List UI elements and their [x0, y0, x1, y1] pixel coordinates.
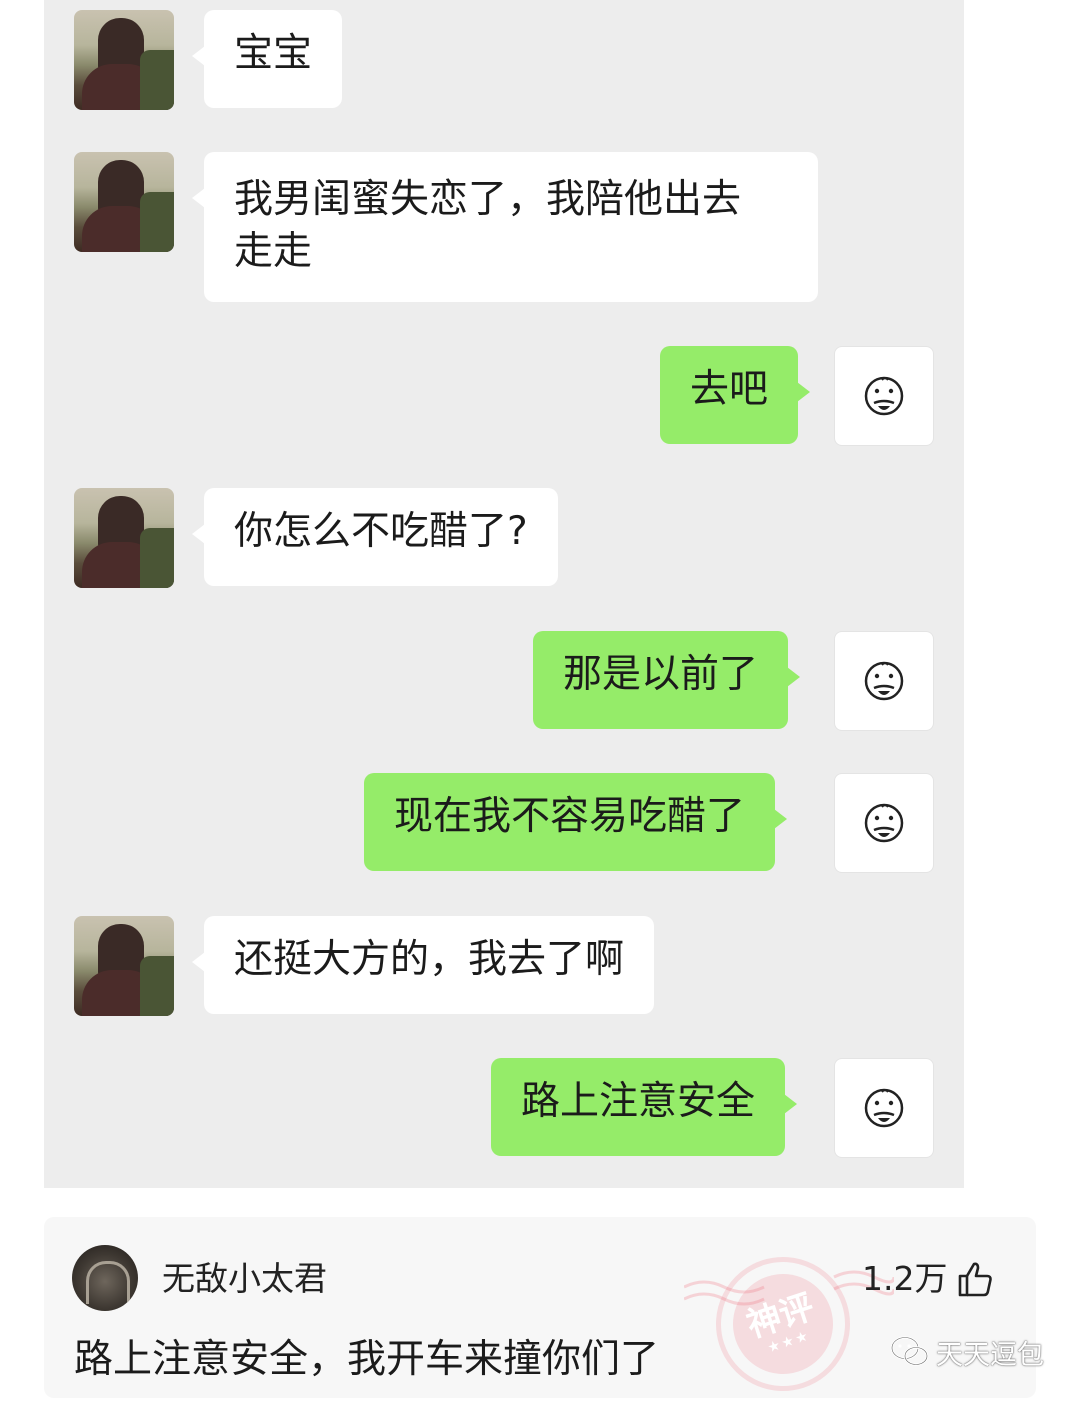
my-avatar[interactable] — [834, 1058, 934, 1158]
comment-card: 神评 ★★★ 无敌小太君 1.2万 路上注意安全，我开车来撞你们了 — [44, 1217, 1036, 1408]
message-text: 去吧 — [690, 367, 769, 412]
message-text-line2: 走走 — [234, 229, 313, 274]
thumbs-up-icon[interactable] — [956, 1259, 996, 1299]
wechat-logo-icon — [890, 1336, 929, 1366]
doodle-face-icon — [864, 803, 904, 843]
doodle-face-icon — [864, 661, 904, 701]
message-text: 那是以前了 — [563, 652, 759, 697]
message-text: 你怎么不吃醋了? — [234, 509, 528, 554]
message-bubble-outgoing[interactable]: 去吧 — [660, 346, 811, 444]
message-bubble-incoming[interactable]: 还挺大方的，我去了啊 — [191, 916, 655, 1014]
message-bubble-incoming[interactable]: 我男闺蜜失恋了，我陪他出去 走走 — [192, 152, 818, 302]
contact-avatar[interactable] — [74, 152, 174, 252]
message-text: 宝宝 — [234, 31, 313, 76]
contact-avatar[interactable] — [74, 916, 174, 1016]
message-bubble-outgoing[interactable]: 现在我不容易吃醋了 — [364, 773, 788, 871]
watermark-text: 天天逗包 — [936, 1339, 1044, 1371]
message-bubble-incoming[interactable]: 宝宝 — [191, 10, 343, 108]
doodle-face-icon — [864, 1088, 904, 1128]
commenter-avatar[interactable] — [72, 1245, 138, 1311]
my-avatar[interactable] — [834, 773, 934, 873]
chat-panel: 宝宝 我男闺蜜失恋了，我陪他出去 走走 去吧 你怎么不吃醋了? 那是以前了 现在… — [44, 0, 964, 1188]
message-text: 路上注意安全 — [521, 1079, 756, 1124]
doodle-face-icon — [864, 376, 904, 416]
my-avatar[interactable] — [834, 631, 934, 731]
message-text: 还挺大方的，我去了啊 — [234, 937, 625, 982]
message-text: 我男闺蜜失恋了，我陪他出去 — [234, 177, 742, 222]
my-avatar[interactable] — [834, 346, 934, 446]
commenter-name[interactable]: 无敌小太君 — [162, 1259, 327, 1299]
message-bubble-incoming[interactable]: 你怎么不吃醋了? — [192, 488, 558, 586]
message-bubble-outgoing[interactable]: 那是以前了 — [533, 631, 801, 729]
message-text: 现在我不容易吃醋了 — [394, 794, 746, 839]
watermark: 天天逗包 — [890, 1332, 1044, 1372]
contact-avatar[interactable] — [74, 10, 174, 110]
message-bubble-outgoing[interactable]: 路上注意安全 — [491, 1058, 798, 1156]
like-count: 1.2万 — [862, 1259, 948, 1298]
contact-avatar[interactable] — [74, 488, 174, 588]
comment-text: 路上注意安全，我开车来撞你们了 — [74, 1337, 660, 1382]
